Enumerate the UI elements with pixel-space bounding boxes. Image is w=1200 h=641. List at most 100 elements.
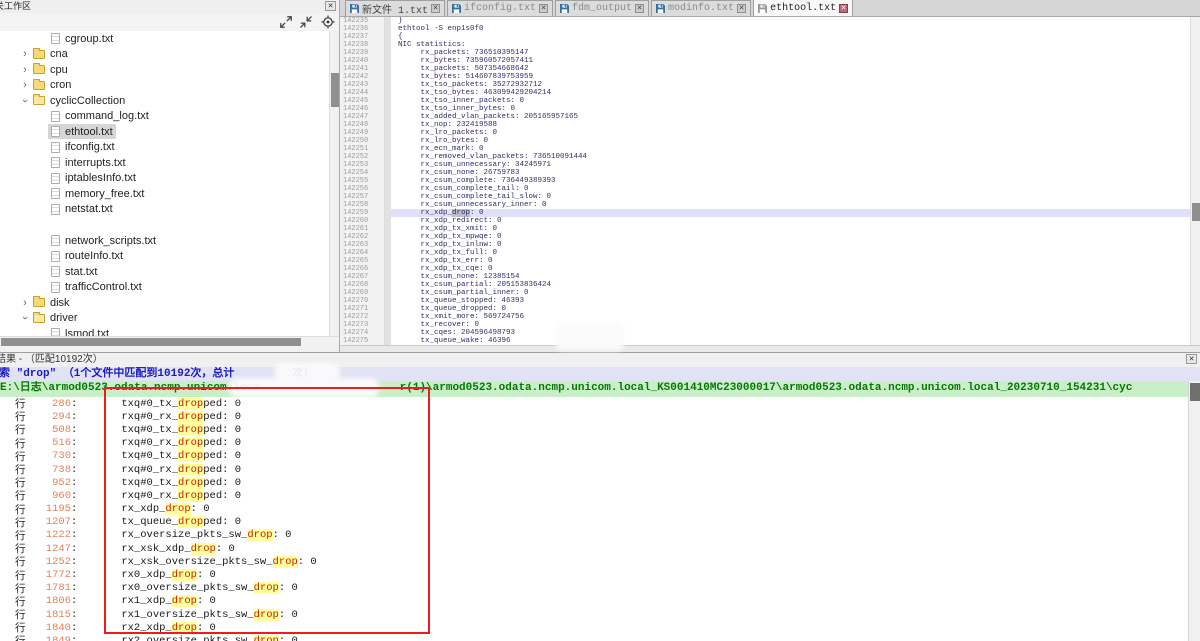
line-number: 142273 — [340, 321, 391, 329]
editor-tab-modinfo-txt[interactable]: modinfo.txt✕ — [651, 0, 751, 16]
chevron-collapsed-icon[interactable]: › — [20, 48, 30, 60]
editor-line: 142247 tx_added_vlan_packets: 2051659571… — [340, 113, 1200, 121]
editor-text-area[interactable]: 142235}142236ethtool -S enp1s0f0142237{1… — [340, 17, 1200, 345]
line-text: tx_bytes: 514607839753959 — [391, 73, 1200, 81]
editor-line: 142261 rx_xdp_tx_xmit: 0 — [340, 225, 1200, 233]
workspace-title: 关工作区 — [0, 1, 31, 11]
tree-item-memory_free-txt[interactable]: memory_free.txt — [0, 186, 329, 202]
tab-close-icon[interactable]: ✕ — [737, 4, 746, 13]
tree-item-cgroup-txt[interactable]: cgroup.txt — [0, 31, 329, 47]
tree-item-interrupts-txt[interactable]: interrupts.txt — [0, 155, 329, 171]
tree-item-box: network_scripts.txt — [48, 233, 159, 248]
result-row[interactable]: 行1195:rx_xdp_drop: 0 — [0, 503, 1188, 516]
tree-item-iptablesInfo-txt[interactable]: iptablesInfo.txt — [0, 171, 329, 187]
tree-item-trafficControl-txt[interactable]: trafficControl.txt — [0, 280, 329, 296]
tree-item-cyclicCollection[interactable]: ›cyclicCollection — [0, 93, 329, 109]
result-row[interactable]: 行1815:rx1_oversize_pkts_sw_drop: 0 — [0, 608, 1188, 621]
editor-line: 142262 rx_xdp_tx_mpwqe: 0 — [340, 233, 1200, 241]
expand-windows-icon[interactable] — [279, 15, 293, 29]
workspace-close-icon[interactable]: ✕ — [325, 1, 336, 11]
tree-item-label: command_log.txt — [65, 110, 149, 122]
tree-item-lsmod-txt[interactable]: lsmod.txt — [0, 326, 329, 336]
tree-item-network_scripts-txt[interactable]: network_scripts.txt — [0, 233, 329, 249]
row-match-text: rx_xdp_drop: 0 — [77, 503, 209, 515]
collapse-windows-icon[interactable] — [299, 15, 313, 29]
result-row[interactable]: 行952:txq#0_tx_dropped: 0 — [0, 476, 1188, 489]
chevron-expanded-icon[interactable]: › — [19, 96, 31, 106]
results-close-icon[interactable]: ✕ — [1186, 354, 1197, 364]
search-file-path[interactable]: E:\日志\armod0523.odata.ncmp.unicom.locar(… — [0, 381, 1188, 397]
result-row[interactable]: 行960:rxq#0_rx_dropped: 0 — [0, 489, 1188, 502]
result-row[interactable]: 行1252:rx_xsk_oversize_pkts_sw_drop: 0 — [0, 555, 1188, 568]
editor-panel: 新文件 1.txt✕ifconfig.txt✕fdm_output✕modinf… — [340, 0, 1200, 352]
editor-line: 142235} — [340, 17, 1200, 25]
match-highlight: drop — [178, 477, 203, 489]
result-row[interactable]: 行730:txq#0_tx_dropped: 0 — [0, 450, 1188, 463]
tab-close-icon[interactable]: ✕ — [635, 4, 644, 13]
scrollbar-thumb[interactable] — [1, 338, 301, 346]
floppy-save-icon — [350, 4, 359, 13]
locate-target-icon[interactable] — [321, 15, 335, 29]
editor-line: 142253 rx_csum_unnecessary: 34245971 — [340, 161, 1200, 169]
tree-item-disk[interactable]: ›disk — [0, 295, 329, 311]
result-row[interactable]: 行1222:rx_oversize_pkts_sw_drop: 0 — [0, 529, 1188, 542]
line-text: rx_csum_unnecessary_inner: 0 — [391, 201, 1200, 209]
result-row[interactable]: 行1781:rx0_oversize_pkts_sw_drop: 0 — [0, 582, 1188, 595]
tree-item-ifconfig-txt[interactable]: ifconfig.txt — [0, 140, 329, 156]
tree-item-netstat-txt[interactable]: netstat.txt — [0, 202, 329, 218]
result-row[interactable]: 行1806:rx1_xdp_drop: 0 — [0, 595, 1188, 608]
tree-item-cpu[interactable]: ›cpu — [0, 62, 329, 78]
editor-tab-fdm_output[interactable]: fdm_output✕ — [555, 0, 649, 16]
tree-item-label: routeInfo.txt — [65, 250, 123, 262]
line-text: tx_nop: 232419588 — [391, 121, 1200, 129]
chevron-expanded-icon[interactable]: › — [19, 313, 31, 323]
result-row[interactable]: 行738:rxq#0_rx_dropped: 0 — [0, 463, 1188, 476]
result-row[interactable]: 行294:rxq#0_rx_dropped: 0 — [0, 410, 1188, 423]
result-row[interactable]: 行508:txq#0_tx_dropped: 0 — [0, 423, 1188, 436]
file-icon — [51, 282, 60, 293]
result-row[interactable]: 行1772:rx0_xdp_drop: 0 — [0, 568, 1188, 581]
line-text: rx_csum_complete_tail: 0 — [391, 185, 1200, 193]
result-row[interactable]: 行286:txq#0_tx_dropped: 0 — [0, 397, 1188, 410]
result-row[interactable]: 行1247:rx_xsk_xdp_drop: 0 — [0, 542, 1188, 555]
match-highlight: drop — [254, 635, 279, 641]
result-row[interactable]: 行1840:rx2_xdp_drop: 0 — [0, 621, 1188, 634]
chevron-collapsed-icon[interactable]: › — [20, 79, 30, 91]
tree-item-box: netstat.txt — [48, 202, 116, 217]
scrollbar-thumb[interactable] — [1190, 383, 1200, 401]
editor-horizontal-scrollbar[interactable] — [340, 345, 1200, 352]
tree-item-driver[interactable]: ›driver — [0, 311, 329, 327]
editor-tab--1-txt[interactable]: 新文件 1.txt✕ — [345, 0, 445, 16]
tree-item-label: stat.txt — [65, 266, 97, 278]
chevron-collapsed-icon[interactable]: › — [20, 297, 30, 309]
line-text: rx_lro_bytes: 0 — [391, 137, 1200, 145]
chevron-collapsed-icon[interactable]: › — [20, 64, 30, 76]
line-text: rx_xdp_tx_cqe: 0 — [391, 265, 1200, 273]
editor-tab-ifconfig-txt[interactable]: ifconfig.txt✕ — [447, 0, 553, 16]
tree-item-command_log-txt[interactable]: command_log.txt — [0, 109, 329, 125]
scrollbar-thumb[interactable] — [1192, 203, 1200, 221]
tree-item-ethtool-txt[interactable]: ethtool.txt — [0, 124, 329, 140]
tree-item-cron[interactable]: ›cron — [0, 78, 329, 94]
line-number: 142252 — [340, 153, 391, 161]
scrollbar-thumb[interactable] — [331, 73, 339, 107]
tab-close-icon[interactable]: ✕ — [539, 4, 548, 13]
tree-vertical-scrollbar[interactable] — [329, 31, 339, 336]
tree-horizontal-scrollbar[interactable] — [0, 336, 339, 347]
tree-item-cna[interactable]: ›cna — [0, 47, 329, 63]
tab-close-icon[interactable]: ✕ — [431, 4, 440, 13]
tree-item-routeInfo-txt[interactable]: routeInfo.txt — [0, 249, 329, 265]
tree-item-label: ifconfig.txt — [65, 141, 115, 153]
file-icon — [51, 328, 60, 336]
line-number: 142269 — [340, 289, 391, 297]
line-number: 142274 — [340, 329, 391, 337]
result-row[interactable]: 行1207:tx_queue_dropped: 0 — [0, 516, 1188, 529]
line-text: rx_csum_complete: 736449389393 — [391, 177, 1200, 185]
results-vertical-scrollbar[interactable] — [1188, 381, 1200, 641]
result-row[interactable]: 行1849:rx2_oversize_pkts_sw_drop: 0 — [0, 634, 1188, 641]
result-row[interactable]: 行516:rxq#0_rx_dropped: 0 — [0, 437, 1188, 450]
tree-item-stat-txt[interactable]: stat.txt — [0, 264, 329, 280]
editor-vertical-scrollbar[interactable] — [1190, 17, 1200, 345]
tab-close-icon[interactable]: ✕ — [839, 4, 848, 13]
editor-tab-ethtool-txt[interactable]: ethtool.txt✕ — [753, 0, 853, 16]
